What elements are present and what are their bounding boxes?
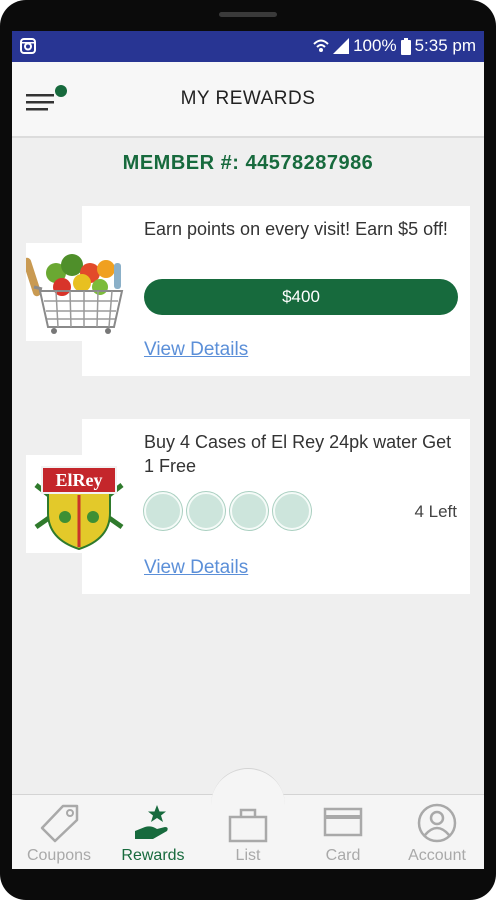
view-details-link[interactable]: View Details xyxy=(144,557,248,579)
member-number: MEMBER #: 44578287986 xyxy=(122,152,374,174)
tab-label: Rewards xyxy=(121,847,185,864)
punch-slot xyxy=(273,492,311,530)
screen: 100% 5:35 pm MY REWARDS MEMBER #: 445782… xyxy=(12,31,484,869)
points-progress: $400 xyxy=(144,279,458,315)
grocery-basket-image xyxy=(23,243,132,341)
reward-description: Buy 4 Cases of El Rey 24pk water Get 1 F… xyxy=(144,432,452,476)
tab-coupons[interactable]: Coupons xyxy=(12,803,106,865)
rewards-icon xyxy=(135,805,168,839)
bag-icon xyxy=(228,808,268,843)
phone-frame: 100% 5:35 pm MY REWARDS MEMBER #: 445782… xyxy=(0,0,496,900)
reward-card-points: Earn points on every visit! Earn $5 off!… xyxy=(82,206,470,376)
tab-list[interactable]: List xyxy=(201,803,295,865)
clock: 5:35 pm xyxy=(414,36,476,55)
remaining-count: 4 Left xyxy=(414,502,457,521)
app-bar: MY REWARDS xyxy=(12,62,484,138)
punch-slot xyxy=(144,492,182,530)
reward-description: Earn points on every visit! Earn $5 off! xyxy=(144,219,448,239)
account-icon xyxy=(417,803,457,843)
tab-label: List xyxy=(235,847,261,864)
page-title: MY REWARDS xyxy=(180,88,316,109)
svg-text:ElRey: ElRey xyxy=(56,470,103,490)
status-right: 100% 5:35 pm xyxy=(313,36,476,56)
card-icon xyxy=(323,807,363,837)
view-details-link[interactable]: View Details xyxy=(144,339,248,361)
tab-account[interactable]: Account xyxy=(390,803,484,865)
instagram-icon xyxy=(20,38,36,54)
battery-icon xyxy=(400,37,411,55)
tag-icon xyxy=(40,804,79,843)
punch-slot xyxy=(230,492,268,530)
reward-card-punch: Buy 4 Cases of El Rey 24pk water Get 1 F… xyxy=(82,419,470,594)
wifi-icon xyxy=(313,39,329,52)
punch-card xyxy=(144,492,311,530)
status-bar: 100% 5:35 pm xyxy=(12,31,484,62)
tab-label: Account xyxy=(408,847,466,864)
tab-rewards[interactable]: Rewards xyxy=(106,803,200,865)
punch-slot xyxy=(187,492,225,530)
speaker-grille xyxy=(219,12,277,17)
tab-label: Coupons xyxy=(26,847,92,864)
el-rey-logo-image: ElRey xyxy=(26,455,132,553)
battery-percent: 100% xyxy=(353,36,397,55)
tab-card[interactable]: Card xyxy=(296,803,390,865)
signal-icon xyxy=(333,38,350,54)
tab-label: Card xyxy=(325,847,361,864)
